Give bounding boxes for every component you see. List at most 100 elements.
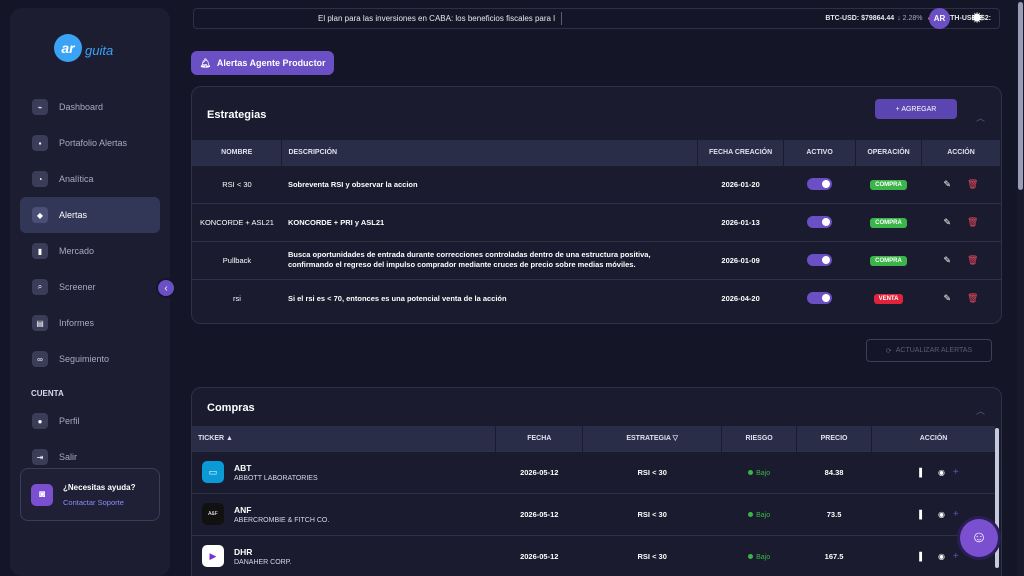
- ticker-bar: El plan para las inversiones en CABA: lo…: [193, 8, 1000, 29]
- col-fecha[interactable]: FECHA CREACIÓN: [697, 140, 785, 165]
- bars-icon: ▮: [32, 243, 48, 259]
- col-riesgo[interactable]: RIESGO: [721, 426, 798, 451]
- purchases-card: Compras ︿ TICKER ▲ FECHA ESTRATEGIA ▽ RI…: [191, 387, 1002, 576]
- headset-icon: ◙: [31, 483, 53, 506]
- sidebar-item-perfil[interactable]: ● Perfil: [20, 403, 160, 439]
- purchase-strategy: RSI < 30: [582, 450, 722, 493]
- chatbot-button[interactable]: ☺: [960, 519, 998, 557]
- active-toggle[interactable]: [807, 254, 833, 266]
- table-row[interactable]: ▶ DHR DANAHER CORP. 2026-05-12 RSI < 30 Ba…: [192, 534, 996, 576]
- strategy-name: rsi: [192, 278, 282, 317]
- sidebar-item-portafolio-alertas[interactable]: ▪ Portafolio Alertas: [20, 125, 160, 161]
- table-row[interactable]: KONCORDE + ASL21 KONCORDE + PRI y ASL21 …: [192, 202, 1001, 241]
- active-toggle[interactable]: [807, 216, 833, 228]
- sidebar-item-alertas[interactable]: ◆ Alertas: [20, 197, 160, 233]
- col-estrategia[interactable]: ESTRATEGIA ▽: [582, 426, 723, 451]
- add-strategy-button[interactable]: + AGREGAR: [875, 99, 957, 119]
- col-accion[interactable]: ACCIÓN: [871, 426, 996, 451]
- strategies-title: Estrategias: [207, 109, 267, 121]
- purchase-date: 2026-05-12: [495, 492, 583, 535]
- col-accion[interactable]: ACCIÓN: [921, 140, 1001, 165]
- table-row[interactable]: rsi Si el rsi es < 70, entonces es una p…: [192, 278, 1001, 317]
- robot-icon[interactable]: ◉: [938, 468, 945, 477]
- ticker-symbol: ABT: [234, 462, 252, 473]
- table-row[interactable]: ▭ ABT ABBOTT LABORATORIES 2026-05-12 RSI <…: [192, 450, 996, 493]
- sidebar-item-mercado[interactable]: ▮ Mercado: [20, 233, 160, 269]
- bell-icon: ◆: [32, 207, 48, 223]
- robot-icon[interactable]: ◉: [938, 510, 945, 519]
- chart-icon: ⌁: [32, 99, 48, 115]
- ticker-symbol: DHR: [234, 546, 253, 557]
- chevron-up-icon[interactable]: ︿: [976, 111, 985, 124]
- col-precio[interactable]: PRECIO: [796, 426, 873, 451]
- news-ticker[interactable]: El plan para las inversiones en CABA: lo…: [194, 12, 562, 25]
- chevron-up-icon[interactable]: ︿: [976, 404, 985, 417]
- sidebar-item-analitica[interactable]: ◔ Analítica: [20, 161, 160, 197]
- operation-badge: COMPRA: [870, 179, 907, 190]
- trash-icon[interactable]: 🗑︎: [967, 179, 978, 189]
- table-row[interactable]: A&F ANF ABERCROMBIE & FITCH CO. 2026-05-12…: [192, 492, 996, 535]
- sidebar-item-label: Salir: [59, 452, 78, 462]
- col-descripcion[interactable]: DESCRIPCIÓN: [281, 140, 699, 165]
- robot-icon: ☺: [970, 529, 988, 546]
- sidebar-item-label: Informes: [59, 318, 95, 328]
- alertas-agente-label: Alertas Agente Productor: [216, 58, 326, 68]
- bell-icon: 🔔︎: [199, 57, 211, 68]
- col-fecha[interactable]: FECHA: [495, 426, 584, 451]
- company-logo: ▭: [202, 461, 224, 483]
- strategy-desc: KONCORDE + PRI y ASL21: [281, 202, 698, 241]
- strategies-card: Estrategias + AGREGAR ︿ NOMBRE DESCRIPCI…: [191, 86, 1002, 324]
- company-name: ABBOTT LABORATORIES: [234, 474, 318, 482]
- active-toggle[interactable]: [807, 292, 833, 305]
- plus-icon[interactable]: +: [953, 551, 959, 562]
- purchase-price: 84.38: [796, 450, 872, 493]
- sidebar-item-label: Dashboard: [59, 102, 104, 112]
- edit-icon[interactable]: ✎: [944, 255, 952, 265]
- sidebar-section-title: CUENTA: [31, 388, 64, 398]
- purchases-table: TICKER ▲ FECHA ESTRATEGIA ▽ RIESGO PRECI…: [192, 426, 996, 576]
- risk-dot: [748, 511, 754, 517]
- ticker-symbol: ANF: [234, 504, 252, 515]
- sidebar-item-dashboard[interactable]: ⌁ Dashboard: [20, 89, 160, 125]
- refresh-alerts-button[interactable]: ⟳ ACTUALIZAR ALERTAS: [866, 339, 992, 362]
- edit-icon[interactable]: ✎: [944, 217, 952, 227]
- sidebar-item-seguimiento[interactable]: ∞ Seguimiento: [20, 341, 160, 377]
- edit-icon[interactable]: ✎: [944, 179, 952, 189]
- contact-support-link[interactable]: Contactar Soporte: [63, 498, 135, 507]
- trash-icon[interactable]: 🗑︎: [967, 255, 978, 265]
- plus-icon[interactable]: +: [953, 509, 959, 520]
- strategy-desc: Si el rsi es < 70, entonces es una poten…: [281, 278, 698, 317]
- active-toggle[interactable]: [807, 178, 833, 190]
- sidebar-item-informes[interactable]: ▤ Informes: [20, 305, 160, 341]
- col-nombre[interactable]: NOMBRE: [192, 140, 283, 165]
- logo-mark: ar: [54, 34, 82, 62]
- sidebar-item-screener[interactable]: ⌕ Screener: [20, 269, 160, 305]
- trash-icon[interactable]: 🗑︎: [967, 217, 978, 227]
- brand-logo[interactable]: ar guita: [54, 28, 113, 68]
- collapse-sidebar-button[interactable]: ‹: [156, 278, 176, 298]
- avatar[interactable]: AR: [929, 8, 950, 29]
- page-scrollbar-thumb[interactable]: [1018, 2, 1023, 190]
- strategy-name: Pullback: [192, 240, 282, 279]
- chart-icon[interactable]: ▐: [916, 552, 922, 561]
- operation-badge: COMPRA: [870, 255, 907, 266]
- file-icon: ▤: [32, 315, 48, 331]
- sidebar-item-label: Portafolio Alertas: [59, 138, 128, 148]
- table-row[interactable]: RSI < 30 Sobreventa RSI y observar la ac…: [192, 164, 1001, 203]
- table-row[interactable]: Pullback Busca oportunidades de entrada …: [192, 240, 1001, 279]
- alertas-agente-button[interactable]: 🔔︎ Alertas Agente Productor: [191, 51, 334, 75]
- purchase-price: 167.5: [796, 534, 872, 576]
- edit-icon[interactable]: ✎: [944, 293, 952, 303]
- chevron-left-icon: ‹: [164, 282, 168, 294]
- trash-icon[interactable]: 🗑︎: [967, 293, 978, 303]
- sidebar-item-label: Mercado: [59, 246, 95, 256]
- robot-icon[interactable]: ◉: [938, 552, 945, 561]
- col-ticker[interactable]: TICKER ▲: [192, 426, 497, 451]
- col-operacion[interactable]: OPERACIÓN: [855, 140, 922, 165]
- plus-icon[interactable]: +: [953, 467, 959, 478]
- risk-level: Bajo: [756, 469, 771, 477]
- col-activo[interactable]: ACTIVO: [783, 140, 857, 165]
- chart-icon[interactable]: ▐: [916, 468, 922, 477]
- gear-icon[interactable]: ✹: [968, 9, 986, 27]
- chart-icon[interactable]: ▐: [916, 510, 922, 519]
